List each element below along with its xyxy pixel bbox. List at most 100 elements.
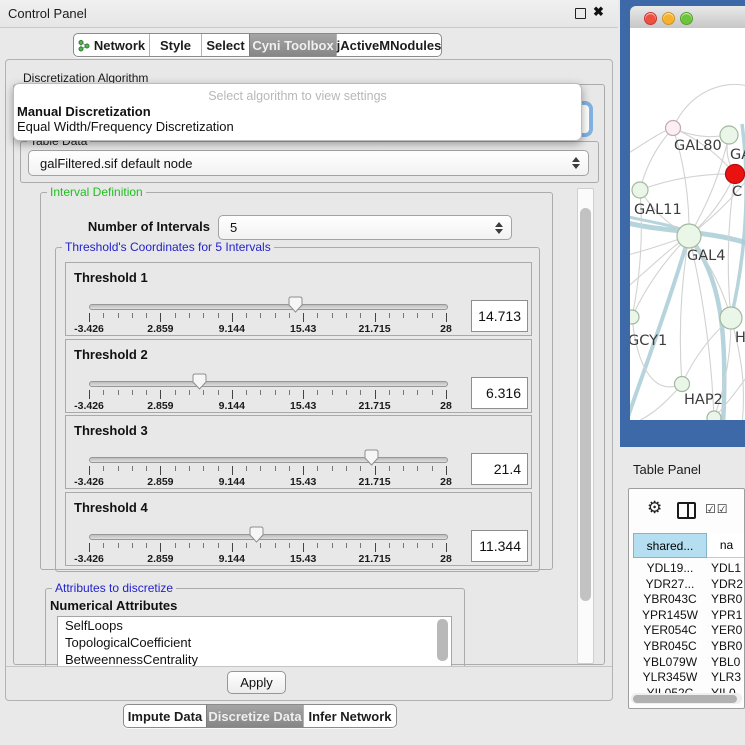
table-cell[interactable]: YBR0 <box>711 639 745 653</box>
slider-track[interactable] <box>89 304 448 310</box>
settings-scrollbar[interactable] <box>577 188 594 664</box>
gear-icon[interactable]: ⚙ <box>647 499 662 516</box>
table-cell[interactable]: YBR0 <box>711 592 745 606</box>
threshold-coordinates-label: Threshold's Coordinates for 5 Intervals <box>62 241 274 253</box>
tick-mark <box>118 466 119 471</box>
tick-label: 28 <box>424 476 468 488</box>
slider-thumb[interactable] <box>192 373 207 390</box>
network-node-GAL4[interactable] <box>677 224 701 248</box>
network-node-GA[interactable] <box>720 126 738 144</box>
algorithm-dropdown-popup: Select algorithm to view settings Manual… <box>13 83 582 141</box>
threshold-label: Threshold 2 <box>74 347 148 362</box>
tick-mark <box>118 313 119 318</box>
slider-track[interactable] <box>89 534 448 540</box>
close-traffic-light-icon[interactable] <box>644 12 657 25</box>
network-canvas[interactable]: GAL80GACGAL11GAL4GCY1HHAP2 <box>630 28 745 420</box>
table-cell[interactable]: YDL1 <box>711 561 745 575</box>
threshold-value-field[interactable]: 21.4 <box>471 453 528 485</box>
tick-mark <box>389 466 390 471</box>
network-node-H[interactable] <box>720 307 742 329</box>
network-node-C[interactable] <box>726 165 745 184</box>
select-columns-checkboxes-icon[interactable]: ☑☑ <box>705 502 729 516</box>
network-node[interactable] <box>707 411 721 420</box>
minimize-traffic-light-icon[interactable] <box>662 12 675 25</box>
tick-mark <box>446 390 447 399</box>
number-of-intervals-combobox[interactable]: 5 <box>218 215 512 240</box>
table-cell[interactable]: YBR045C <box>633 639 707 653</box>
tab-jactivemnodules[interactable]: jActiveMNodules <box>336 34 441 56</box>
tick-label: -3.426 <box>67 323 111 335</box>
table-panel: ⚙ ☑☑ shared...na YDL19... YDL1 YDR27... YDR… <box>628 488 745 709</box>
threshold-value-field[interactable]: 11.344 <box>471 530 528 562</box>
tick-mark <box>389 313 390 318</box>
slider-track[interactable] <box>89 381 448 387</box>
divider <box>6 666 612 667</box>
list-item[interactable]: SelfLoops <box>58 617 451 634</box>
list-scrollbar[interactable] <box>437 619 448 661</box>
table-cell[interactable]: YBR043C <box>633 592 707 606</box>
apply-button[interactable]: Apply <box>227 671 286 694</box>
table-cell[interactable]: YDL19... <box>633 561 707 575</box>
tick-label: 9.144 <box>210 323 254 335</box>
tick-label: -3.426 <box>67 553 111 565</box>
tick-label: 9.144 <box>210 553 254 565</box>
table-cell[interactable]: YBL079W <box>633 655 707 669</box>
table-cell[interactable]: YER0 <box>711 623 745 637</box>
tab-style[interactable]: Style <box>149 34 201 56</box>
horizontal-scrollbar[interactable] <box>631 693 742 704</box>
table-cell[interactable]: YLR345W <box>633 670 707 684</box>
table-cell[interactable]: YDR2 <box>711 577 745 591</box>
algorithm-option[interactable]: Equal Width/Frequency Discretization <box>17 119 577 134</box>
close-icon[interactable]: ✖ <box>593 4 604 20</box>
tick-mark <box>289 390 290 395</box>
network-node-GAL80[interactable] <box>666 121 681 136</box>
tab-select[interactable]: Select <box>201 34 249 56</box>
slider-thumb[interactable] <box>364 449 379 466</box>
tick-label: 9.144 <box>210 476 254 488</box>
table-data-combobox[interactable]: galFiltered.sif default node <box>28 150 589 176</box>
column-header-2[interactable]: na <box>707 533 745 558</box>
threshold-value-field[interactable]: 14.713 <box>471 300 528 332</box>
tab-infer-network[interactable]: Infer Network <box>303 705 396 727</box>
table-cell[interactable]: YDR27... <box>633 577 707 591</box>
tick-mark <box>89 466 90 475</box>
tab-cyni-toolbox[interactable]: Cyni Toolbox <box>249 34 336 56</box>
list-item[interactable]: BetweennessCentrality <box>58 651 451 666</box>
algorithm-option[interactable]: Manual Discretization <box>17 104 577 119</box>
tab-impute-data[interactable]: Impute Data <box>124 705 206 727</box>
tick-mark <box>146 313 147 318</box>
numerical-attributes-list[interactable]: SelfLoopsTopologicalCoefficientBetweenne… <box>57 616 452 666</box>
slider-track[interactable] <box>89 457 448 463</box>
table-cell[interactable]: YBL0 <box>711 655 745 669</box>
threshold-value-field[interactable]: 6.316 <box>471 377 528 409</box>
table-cell[interactable]: YLR3 <box>711 670 745 684</box>
tick-mark <box>160 313 161 322</box>
zoom-traffic-light-icon[interactable] <box>680 12 693 25</box>
tick-mark <box>360 543 361 548</box>
tick-mark <box>417 390 418 395</box>
tick-mark <box>260 543 261 548</box>
network-node-GAL11[interactable] <box>632 182 648 198</box>
horizontal-scrollbar-thumb[interactable] <box>633 695 737 703</box>
network-node-label: GCY1 <box>630 333 667 349</box>
network-node-GCY1[interactable] <box>630 310 639 324</box>
network-node-label: GAL4 <box>687 248 725 264</box>
tick-mark <box>260 390 261 395</box>
slider-thumb[interactable] <box>288 296 303 313</box>
list-item[interactable]: TopologicalCoefficient <box>58 634 451 651</box>
table-cell[interactable]: YPR145W <box>633 608 707 622</box>
network-node-HAP2[interactable] <box>675 377 690 392</box>
settings-scrollbar-thumb[interactable] <box>580 208 591 601</box>
tick-mark <box>403 543 404 548</box>
table-cell[interactable]: YPR1 <box>711 608 745 622</box>
algorithm-hint: Select algorithm to view settings <box>14 89 581 103</box>
columns-icon[interactable] <box>677 502 696 519</box>
column-header-1[interactable]: shared... <box>633 533 707 558</box>
tab-label: jActiveMNodules <box>337 38 442 53</box>
tab-network[interactable]: Network <box>74 34 149 56</box>
tab-discretize-data[interactable]: Discretize Data <box>206 705 303 727</box>
tick-mark <box>275 390 276 395</box>
float-window-icon[interactable] <box>575 8 586 19</box>
table-cell[interactable]: YER054C <box>633 623 707 637</box>
slider-thumb[interactable] <box>249 526 264 543</box>
